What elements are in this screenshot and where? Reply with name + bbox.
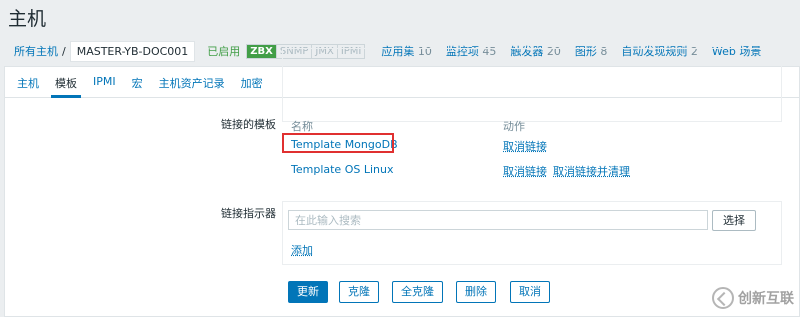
clone-button[interactable]: 克隆 xyxy=(339,281,379,303)
unlink-os-linux-link[interactable]: 取消链接 xyxy=(503,163,547,179)
watermark-text: 创新互联 xyxy=(738,291,794,307)
template-os-linux-link[interactable]: Template OS Linux xyxy=(291,163,393,176)
delete-button[interactable]: 删除 xyxy=(456,281,496,303)
linked-templates-table xyxy=(282,48,782,122)
linked-templates-label: 链接的模板 xyxy=(221,118,276,131)
unlink-clear-os-linux-link[interactable]: 取消链接并清理 xyxy=(553,163,630,179)
add-template-link[interactable]: 添加 xyxy=(291,242,313,258)
tab-templates[interactable]: 模板 xyxy=(47,67,85,98)
select-button[interactable]: 选择 xyxy=(712,210,756,231)
tab-encryption[interactable]: 加密 xyxy=(233,67,271,97)
cancel-button[interactable]: 取消 xyxy=(510,281,550,303)
status-enabled-link[interactable]: 已启用 xyxy=(207,43,240,59)
tab-host[interactable]: 主机 xyxy=(9,67,47,97)
column-header-name: 名称 xyxy=(291,120,313,133)
template-search-input[interactable] xyxy=(288,210,708,230)
link-indicator-label: 链接指示器 xyxy=(221,207,276,220)
full-clone-button[interactable]: 全克隆 xyxy=(392,281,443,303)
watermark: 创新互联 xyxy=(712,287,794,309)
update-button[interactable]: 更新 xyxy=(288,281,328,303)
unlink-mongodb-link[interactable]: 取消链接 xyxy=(503,138,547,154)
highlight-annotation-box xyxy=(282,133,394,153)
breadcrumb-separator: / xyxy=(62,44,66,58)
page-title: 主机 xyxy=(8,8,47,30)
breadcrumb-all-hosts[interactable]: 所有主机 xyxy=(14,43,58,59)
breadcrumb-current-host[interactable]: MASTER-YB-DOC001 xyxy=(69,40,196,62)
column-header-action: 动作 xyxy=(503,120,525,133)
watermark-logo-icon xyxy=(712,287,734,309)
tab-ipmi[interactable]: IPMI xyxy=(85,67,124,97)
tab-macros[interactable]: 宏 xyxy=(124,67,151,97)
availability-zbx-badge: ZBX xyxy=(247,44,277,58)
tab-inventory[interactable]: 主机资产记录 xyxy=(151,67,233,97)
